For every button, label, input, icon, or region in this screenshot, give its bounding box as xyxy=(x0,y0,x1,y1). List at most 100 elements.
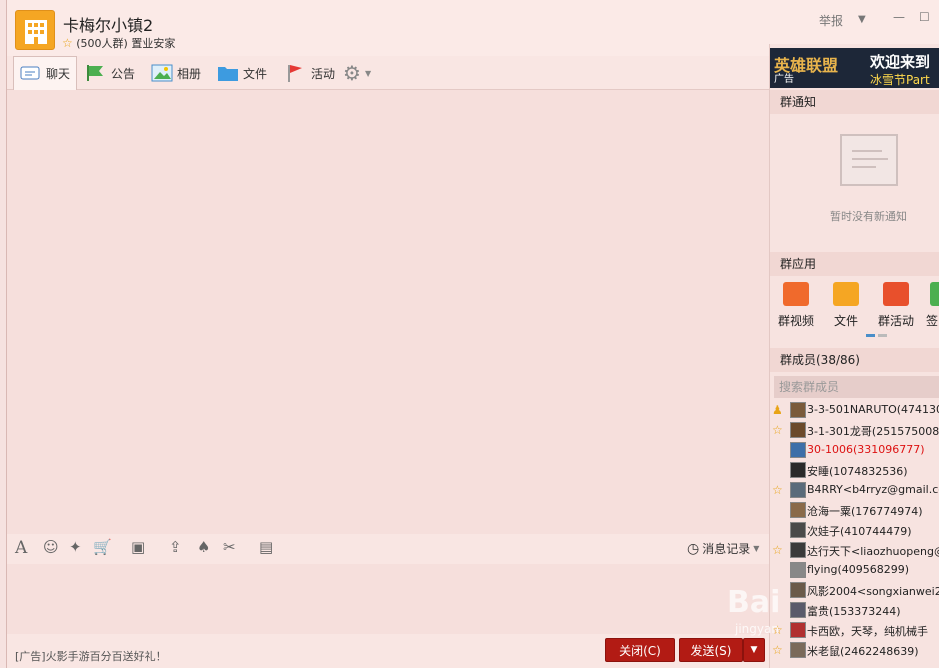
send-options-button[interactable]: ▼ xyxy=(743,638,765,662)
badge-empty xyxy=(772,523,786,537)
right-panel: 英雄联盟 广告 欢迎来到 冰雪节Part 群通知 暂时没有新通知 群应用 群视频… xyxy=(769,44,939,668)
star-icon: ☆ xyxy=(772,543,783,557)
more-tools-icon[interactable]: ▤ xyxy=(259,538,273,556)
settings-menu[interactable]: ⚙ ▼ xyxy=(343,56,371,90)
member-row[interactable]: 安睡(1074832536) xyxy=(770,460,939,480)
minimize-icon[interactable]: — xyxy=(893,10,905,24)
flag-icon xyxy=(285,64,305,82)
checkin-icon xyxy=(930,282,939,306)
member-row[interactable]: 沧海一粟(176774974) xyxy=(770,500,939,520)
chat-icon xyxy=(20,65,40,83)
avatar xyxy=(790,522,806,538)
member-name: 米老鼠(2462248639) xyxy=(807,645,919,658)
member-row[interactable]: 风影2004<songxianwei20 xyxy=(770,580,939,600)
member-row[interactable]: ☆ 米老鼠(2462248639) xyxy=(770,640,939,660)
maximize-icon[interactable]: ☐ xyxy=(919,10,930,24)
clock-icon: ◷ xyxy=(687,540,700,557)
member-row[interactable]: ☆ 3-1-301龙哥(251575008) xyxy=(770,420,939,440)
magic-wand-icon[interactable]: ✦ xyxy=(69,538,82,556)
avatar xyxy=(790,602,806,618)
font-icon[interactable]: A xyxy=(15,538,27,558)
member-name: 富贵(153373244) xyxy=(807,605,901,618)
badge-empty xyxy=(772,443,786,457)
pager-dot-active[interactable] xyxy=(866,334,875,337)
ad-banner-title: 欢迎来到 xyxy=(870,53,931,71)
tab-chat[interactable]: 聊天 xyxy=(13,56,78,90)
ad-banner-tag: 广告 xyxy=(774,74,794,85)
member-row[interactable]: ♟ 3-3-501NARUTO(47413021) xyxy=(770,400,939,420)
screenshot-scissors-icon[interactable]: ✂ xyxy=(223,538,236,556)
tab-chat-label: 聊天 xyxy=(46,67,71,81)
member-row[interactable]: 30-1006(331096777) xyxy=(770,440,939,460)
bottom-ad-link[interactable]: [广告]火影手游百分百送好礼！ xyxy=(15,648,167,664)
member-row[interactable]: 富贵(153373244) xyxy=(770,600,939,620)
notice-board-icon xyxy=(840,134,898,186)
chevron-down-icon[interactable]: ▼ xyxy=(858,14,866,25)
member-name: B4RRY<b4rryz@gmail.com> xyxy=(807,483,939,496)
history-label: 消息记录 xyxy=(702,542,751,556)
ad-banner-subtitle: 冰雪节Part xyxy=(870,73,930,87)
message-area[interactable] xyxy=(7,90,769,534)
tab-announcement[interactable]: 公告 xyxy=(85,56,135,90)
shake-icon[interactable]: ♠ xyxy=(197,538,210,556)
avatar xyxy=(790,502,806,518)
chevron-down-icon: ▼ xyxy=(753,544,760,553)
avatar xyxy=(790,542,806,558)
camera-icon xyxy=(783,282,809,306)
star-icon: ☆ xyxy=(772,423,783,437)
tab-album[interactable]: 相册 xyxy=(151,56,201,90)
owner-icon: ♟ xyxy=(772,403,783,417)
tab-files-label: 文件 xyxy=(243,66,268,81)
folder-icon xyxy=(833,282,859,306)
apps-section-title: 群应用 xyxy=(770,252,939,276)
group-title[interactable]: 卡梅尔小镇2 xyxy=(63,12,153,36)
tab-album-label: 相册 xyxy=(177,66,202,81)
app-label: 签 xyxy=(926,314,939,328)
app-group-activity[interactable]: 群活动 xyxy=(876,282,916,329)
ad-banner[interactable]: 英雄联盟 广告 欢迎来到 冰雪节Part xyxy=(770,48,939,88)
gear-icon: ⚙ xyxy=(343,61,361,85)
group-avatar[interactable] xyxy=(15,10,55,50)
tab-announcement-label: 公告 xyxy=(111,66,136,81)
gift-icon[interactable]: 🛒 xyxy=(93,538,112,556)
message-input[interactable] xyxy=(7,564,769,634)
app-label: 群活动 xyxy=(877,314,914,328)
announcement-icon xyxy=(85,64,105,82)
upload-icon[interactable]: ⇪ xyxy=(169,538,182,556)
member-row[interactable]: ☆ B4RRY<b4rryz@gmail.com> xyxy=(770,480,939,500)
member-row[interactable]: ☆ 达行天下<liaozhuopeng@c xyxy=(770,540,939,560)
building-icon xyxy=(25,20,47,44)
member-name: 30-1006(331096777) xyxy=(807,443,925,456)
app-checkin[interactable]: 签 xyxy=(926,282,939,329)
badge-empty xyxy=(772,463,786,477)
member-row[interactable]: ☆ 卡西欧，天琴，纯机械手 xyxy=(770,620,939,640)
notice-section-title: 群通知 xyxy=(770,90,939,114)
avatar xyxy=(790,462,806,478)
member-name: 3-1-301龙哥(251575008) xyxy=(807,425,939,438)
emoji-icon[interactable]: ☺ xyxy=(43,538,59,556)
tab-activity-label: 活动 xyxy=(311,66,336,81)
history-button[interactable]: ◷ 消息记录 ▼ xyxy=(687,540,759,557)
members-section-title: 群成员(38/86) xyxy=(770,348,939,372)
tab-activity[interactable]: 活动 xyxy=(285,56,335,90)
member-name: 次娃子(410744479) xyxy=(807,525,912,538)
member-name: 风影2004<songxianwei20 xyxy=(807,585,939,598)
send-button[interactable]: 发送(S) xyxy=(679,638,743,662)
member-row[interactable]: 次娃子(410744479) xyxy=(770,520,939,540)
app-group-video[interactable]: 群视频 xyxy=(776,282,816,329)
avatar xyxy=(790,562,806,578)
report-link[interactable]: 举报 xyxy=(819,12,843,29)
chevron-down-icon: ▼ xyxy=(364,68,372,78)
member-row[interactable]: flying(409568299) xyxy=(770,560,939,580)
close-button[interactable]: 关闭(C) xyxy=(605,638,675,662)
avatar xyxy=(790,402,806,418)
image-icon[interactable]: ▣ xyxy=(131,538,145,556)
album-icon xyxy=(151,64,173,82)
group-subtitle: ☆ (500人群) 置业安家 xyxy=(62,35,175,51)
avatar xyxy=(790,582,806,598)
app-files[interactable]: 文件 xyxy=(826,282,866,329)
tab-files[interactable]: 文件 xyxy=(217,56,267,90)
star-icon: ☆ xyxy=(772,643,783,657)
member-search-input[interactable]: 搜索群成员 xyxy=(774,376,939,398)
pager-dot[interactable] xyxy=(878,334,887,337)
